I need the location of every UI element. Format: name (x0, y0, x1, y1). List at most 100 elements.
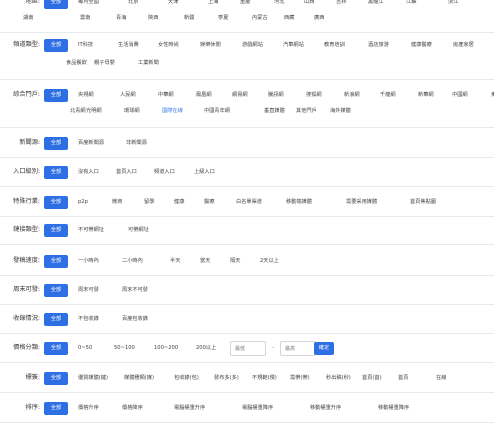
tags-option[interactable]: 需帶(帶) (290, 370, 310, 386)
industry-option[interactable]: 健康 (174, 194, 184, 210)
industry-option[interactable]: 首頁焦點圖 (410, 194, 436, 210)
speed-option[interactable]: 當天 (200, 253, 210, 269)
region-option[interactable]: 上海 (208, 0, 218, 10)
industry-option[interactable]: 醫療 (204, 194, 214, 210)
price-max-input[interactable] (280, 341, 316, 356)
tags-option[interactable]: 首頁(首) (362, 370, 382, 386)
tags-option[interactable]: 不規範(慢) (252, 370, 277, 386)
industry-all-button[interactable]: 全部 (44, 196, 68, 209)
region-option[interactable]: 江蘇 (406, 0, 416, 10)
price-option[interactable]: 0~50 (78, 340, 92, 356)
price-min-input[interactable] (230, 341, 266, 356)
region-option[interactable]: 浙江 (448, 0, 458, 10)
portal-option[interactable]: 北青網 (70, 103, 86, 119)
industry-option[interactable]: 需要采用媒體 (346, 194, 377, 210)
industry-option[interactable]: p2p (78, 194, 88, 210)
channel-option[interactable]: 房產家居 (453, 37, 474, 53)
industry-option[interactable]: 移動端媒體 (286, 194, 312, 210)
portal-option[interactable]: 光明網 (86, 103, 102, 119)
region-option[interactable]: 山西 (304, 0, 314, 10)
price-all-button[interactable]: 全部 (44, 342, 68, 355)
portal-option[interactable]: 中華網 (158, 87, 174, 103)
tags-option[interactable]: 媒體種類(媒) (124, 370, 154, 386)
portal-option[interactable]: 其他門戶 (296, 103, 317, 119)
region-option[interactable]: 每月全國 (78, 0, 99, 10)
news-source-option[interactable]: 百度新聞源 (78, 135, 104, 151)
region-option[interactable]: 雲南 (80, 10, 90, 26)
tags-option[interactable]: 在線 (436, 370, 446, 386)
sort-option[interactable]: 價格升序 (78, 400, 99, 416)
region-option[interactable]: 廣西 (314, 10, 324, 26)
price-option[interactable]: 50~100 (114, 340, 135, 356)
portal-option[interactable]: 新浪網 (344, 87, 360, 103)
portal-option[interactable]: 垂直媒體 (264, 103, 285, 119)
speed-option[interactable]: 隔天 (230, 253, 240, 269)
price-option[interactable]: 200以上 (196, 340, 216, 356)
region-option[interactable]: 青海 (116, 10, 126, 26)
region-all-button[interactable]: 全部 (44, 0, 68, 9)
portal-option[interactable]: 環球網 (124, 103, 140, 119)
include-all-button[interactable]: 全部 (44, 313, 68, 326)
sort-option[interactable]: 電腦權重降序 (242, 400, 273, 416)
region-option[interactable]: 吉林 (336, 0, 346, 10)
sort-option[interactable]: 移動權重升序 (310, 400, 341, 416)
region-option[interactable]: 重慶 (240, 0, 250, 10)
weekend-option[interactable]: 周末可發 (78, 282, 99, 298)
sort-option[interactable]: 移動權重降序 (378, 400, 409, 416)
entry-option[interactable]: 首頁入口 (116, 164, 137, 180)
weekend-all-button[interactable]: 全部 (44, 284, 68, 297)
sort-all-button[interactable]: 全部 (44, 402, 68, 415)
include-option[interactable]: 不包收錄 (78, 311, 99, 327)
price-option[interactable]: 100~200 (154, 340, 178, 356)
entry-option[interactable]: 頻道入口 (154, 164, 175, 180)
channel-option[interactable]: 親子母嬰 (94, 55, 115, 71)
region-option[interactable]: 湖南 (23, 10, 33, 26)
channel-option[interactable]: 女性時尚 (158, 37, 179, 53)
region-option[interactable]: 新疆 (184, 10, 194, 26)
portal-option[interactable]: 千龍網 (380, 87, 396, 103)
speed-option[interactable]: 半天 (170, 253, 180, 269)
link-option[interactable]: 不可帶網址 (78, 222, 104, 238)
news-source-all-button[interactable]: 全部 (44, 137, 68, 150)
channel-option[interactable]: 健康醫療 (411, 37, 432, 53)
channel-option[interactable]: 酒店旅游 (368, 37, 389, 53)
channel-option[interactable]: IT科技 (78, 37, 93, 53)
channel-option[interactable]: 生活消費 (118, 37, 139, 53)
industry-option[interactable]: 留學 (144, 194, 154, 210)
tags-option[interactable]: 秒出稿(秒) (326, 370, 351, 386)
portal-option[interactable]: 中國網 (452, 87, 468, 103)
speed-all-button[interactable]: 全部 (44, 255, 68, 268)
tags-option[interactable]: 發布多(多) (214, 370, 239, 386)
region-option[interactable]: 寧夏 (218, 10, 228, 26)
portal-option[interactable]: 網易網 (232, 87, 248, 103)
tags-option[interactable]: 首頁 (398, 370, 408, 386)
speed-option[interactable]: 二小時內 (122, 253, 143, 269)
channel-option[interactable]: 娛樂休閒 (200, 37, 221, 53)
portal-option[interactable]: 海外媒體 (330, 103, 351, 119)
weekend-option[interactable]: 周末不可發 (122, 282, 148, 298)
industry-option[interactable]: 微商 (112, 194, 122, 210)
sort-option[interactable]: 價格降序 (122, 400, 143, 416)
channel-option[interactable]: 工業新聞 (138, 55, 159, 71)
speed-option[interactable]: 一小時內 (78, 253, 99, 269)
channel-all-button[interactable]: 全部 (44, 39, 68, 52)
portal-option[interactable]: 搜狐網 (306, 87, 322, 103)
tags-option[interactable]: 包收錄(包) (174, 370, 199, 386)
tags-all-button[interactable]: 全部 (44, 372, 68, 385)
region-option[interactable]: 北京 (128, 0, 138, 10)
channel-option[interactable]: 食品餐飲 (66, 55, 87, 71)
link-option[interactable]: 可帶網址 (128, 222, 149, 238)
region-option[interactable]: 河北 (274, 0, 284, 10)
portal-option[interactable]: 騰訊網 (268, 87, 284, 103)
region-option[interactable]: 西藏 (284, 10, 294, 26)
region-option[interactable]: 陝西 (148, 10, 158, 26)
price-confirm-button[interactable]: 確定 (314, 342, 334, 355)
link-all-button[interactable]: 全部 (44, 224, 68, 237)
region-option[interactable]: 天津 (168, 0, 178, 10)
news-source-option[interactable]: 非新聞源 (126, 135, 147, 151)
portal-option[interactable]: 央視網 (78, 87, 94, 103)
portal-option[interactable]: 中國青年網 (204, 103, 230, 119)
sort-option[interactable]: 電腦權重升序 (174, 400, 205, 416)
tags-option[interactable]: 優質媒體(鏈) (78, 370, 108, 386)
portal-option[interactable]: 鳳凰網 (196, 87, 212, 103)
